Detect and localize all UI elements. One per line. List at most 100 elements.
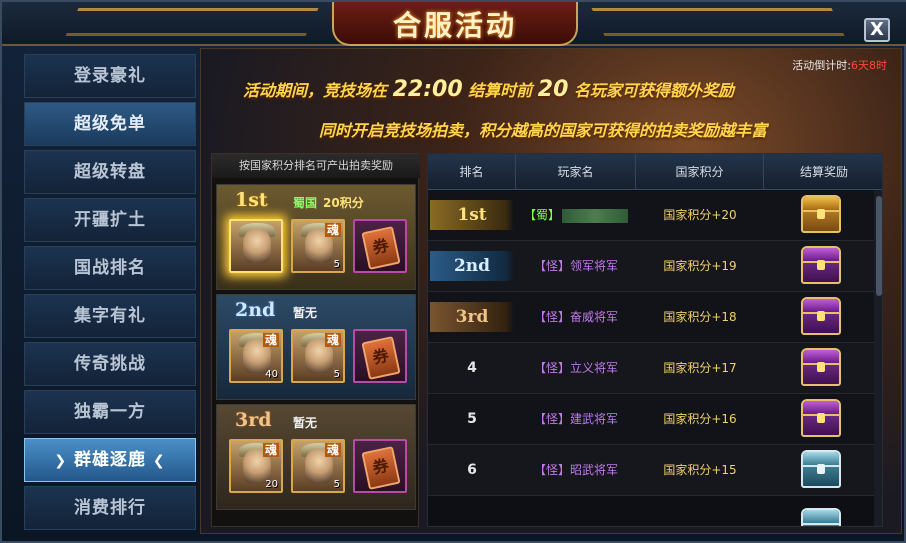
sidebar: 登录豪礼 超级免单 超级转盘 开疆扩土 国战排名 集字有礼 传奇挑战 独霸一方 … [20,52,198,534]
table-row: 3rd 【怪】奋威将军 国家积分+18 [428,292,874,343]
hero-soul-item[interactable]: 魂 5 [291,219,345,273]
auction-ticket-item[interactable]: 券 [353,439,407,493]
soul-badge: 魂 [324,223,341,237]
ranking-table: 排名 玩家名 国家积分 结算奖励 1st 【蜀】 国家积分+20 2nd 【怪】… [427,153,883,527]
auction-reward-panel: 按国家积分排名可产出拍卖奖励 1st 蜀国 20积分 魂 5 券 2nd 暂无 … [211,153,420,527]
score-cell: 国家积分+19 [663,259,737,273]
soul-badge: 魂 [324,443,341,457]
sidebar-item-super-wheel[interactable]: 超级转盘 [24,150,196,194]
player-name-cell[interactable]: 【怪】奋威将军 [516,292,636,342]
player-name: 【蜀】 [523,208,560,222]
player-name-cell[interactable]: 【怪】立义将军 [516,343,636,393]
title-ornament-left [65,8,319,36]
reward-cell[interactable] [764,343,874,393]
tier-points: 20积分 [323,196,364,210]
tier-note: 暂无 [293,416,318,430]
reward-panel-header: 按国家积分排名可产出拍卖奖励 [212,154,420,178]
chest-lock [817,260,825,270]
banner-text: 活动期间，竞技场在 [243,81,388,100]
table-scrollbar[interactable] [874,190,882,526]
chest-lock [817,311,825,321]
rank-plate: 3rd [430,302,514,332]
rank-cell: 2nd [428,241,516,291]
treasure-chest-icon [801,399,841,437]
score-cell: 国家积分+17 [663,361,737,375]
sidebar-item-label: 群雄逐鹿 [74,450,146,470]
countdown-label: 活动倒计时: [792,59,851,72]
player-name-cell[interactable]: 【怪】建武将军 [516,394,636,444]
treasure-chest-icon [801,297,841,335]
countdown: 活动倒计时:6天8时 [792,57,887,73]
scrollbar-thumb[interactable] [876,196,882,296]
chest-lock [817,464,825,474]
score-cell: 国家积分+16 [663,412,737,426]
sidebar-item-spend-rank[interactable]: 消费排行 [24,486,196,530]
tier-rank: 3rd [235,409,272,431]
main-panel: 活动倒计时:6天8时 活动期间，竞技场在 22:00 结算时前 20 名玩家可获… [200,48,902,534]
banner-line-2: 同时开启竞技场拍卖，积分越高的国家可获得的拍卖奖励越丰富 [319,121,768,140]
obscured-name [562,208,628,223]
treasure-chest-icon [801,195,841,233]
chevron-right-icon: ❯ [54,453,68,469]
chevron-left-icon: ❮ [152,453,166,469]
sidebar-item-super-free[interactable]: 超级免单 [24,102,196,146]
sidebar-item-expand-territory[interactable]: 开疆扩土 [24,198,196,242]
chest-lock [817,362,825,372]
hero-portrait-icon [243,229,271,263]
sidebar-item-dominate[interactable]: 独霸一方 [24,390,196,434]
rank-cell: 1st [428,190,516,240]
reward-cell[interactable] [764,292,874,342]
treasure-chest-icon [801,246,841,284]
hero-soul-item[interactable]: 魂 5 [291,329,345,383]
soul-badge: 魂 [262,443,279,457]
auction-ticket-item[interactable]: 券 [353,329,407,383]
hero-soul-item[interactable]: 魂 5 [291,439,345,493]
ticket-icon: 券 [361,336,401,380]
table-header: 排名 玩家名 国家积分 结算奖励 [428,154,882,190]
reward-tier-3rd: 3rd 暂无 魂 20 魂 5 券 [216,404,416,510]
banner-line-1: 活动期间，竞技场在 22:00 结算时前 20 名玩家可获得额外奖励 [243,77,734,102]
tier-rank: 1st [235,189,268,211]
sidebar-item-login-gift[interactable]: 登录豪礼 [24,54,196,98]
auction-ticket-item[interactable]: 券 [353,219,407,273]
title-ornament-right [591,8,845,36]
column-header-player: 玩家名 [516,154,636,190]
column-header-rank: 排名 [428,154,516,190]
close-button[interactable]: X [864,18,890,42]
reward-cell[interactable] [764,394,874,444]
player-name-cell[interactable]: 【怪】昭武将军 [516,445,636,495]
hero-soul-item[interactable]: 魂 40 [229,329,283,383]
reward-cell[interactable] [764,190,874,240]
sidebar-item-nation-war-rank[interactable]: 国战排名 [24,246,196,290]
column-header-score: 国家积分 [636,154,764,190]
table-row: 6 【怪】昭武将军 国家积分+15 [428,445,874,496]
table-row: 5 【怪】建武将军 国家积分+16 [428,394,874,445]
score-cell: 国家积分+15 [663,463,737,477]
reward-tier-2nd: 2nd 暂无 魂 40 魂 5 券 [216,294,416,400]
tier-note: 蜀国 20积分 [293,194,364,211]
chest-lock [817,209,825,219]
reward-tier-1st: 1st 蜀国 20积分 魂 5 券 [216,184,416,290]
rank-cell: 6 [467,462,477,478]
banner-time: 22:00 [392,77,463,102]
countdown-value: 6天8时 [851,59,887,72]
event-window: 合服活动 X 登录豪礼 超级免单 超级转盘 开疆扩土 国战排名 集字有礼 传奇挑… [0,0,906,543]
player-name-cell[interactable]: 【怪】领军将军 [516,241,636,291]
treasure-chest-icon [801,450,841,488]
reward-cell[interactable] [764,241,874,291]
soul-badge: 魂 [262,333,279,347]
hero-soul-item[interactable]: 魂 20 [229,439,283,493]
sidebar-item-legend-challenge[interactable]: 传奇挑战 [24,342,196,386]
score-cell: 国家积分+20 [663,208,737,222]
hero-reward-item[interactable] [229,219,283,273]
item-quantity: 20 [265,479,278,490]
rank-plate: 2nd [430,251,514,281]
soul-badge: 魂 [324,333,341,347]
chest-lock [817,413,825,423]
sidebar-item-collect-words[interactable]: 集字有礼 [24,294,196,338]
table-row: 1st 【蜀】 国家积分+20 [428,190,874,241]
reward-cell[interactable] [764,445,874,495]
sidebar-item-heroes-contest[interactable]: ❯ 群雄逐鹿 ❮ [24,438,196,482]
rank-cell: 5 [467,411,477,427]
player-name-cell[interactable]: 【蜀】 [516,190,636,240]
